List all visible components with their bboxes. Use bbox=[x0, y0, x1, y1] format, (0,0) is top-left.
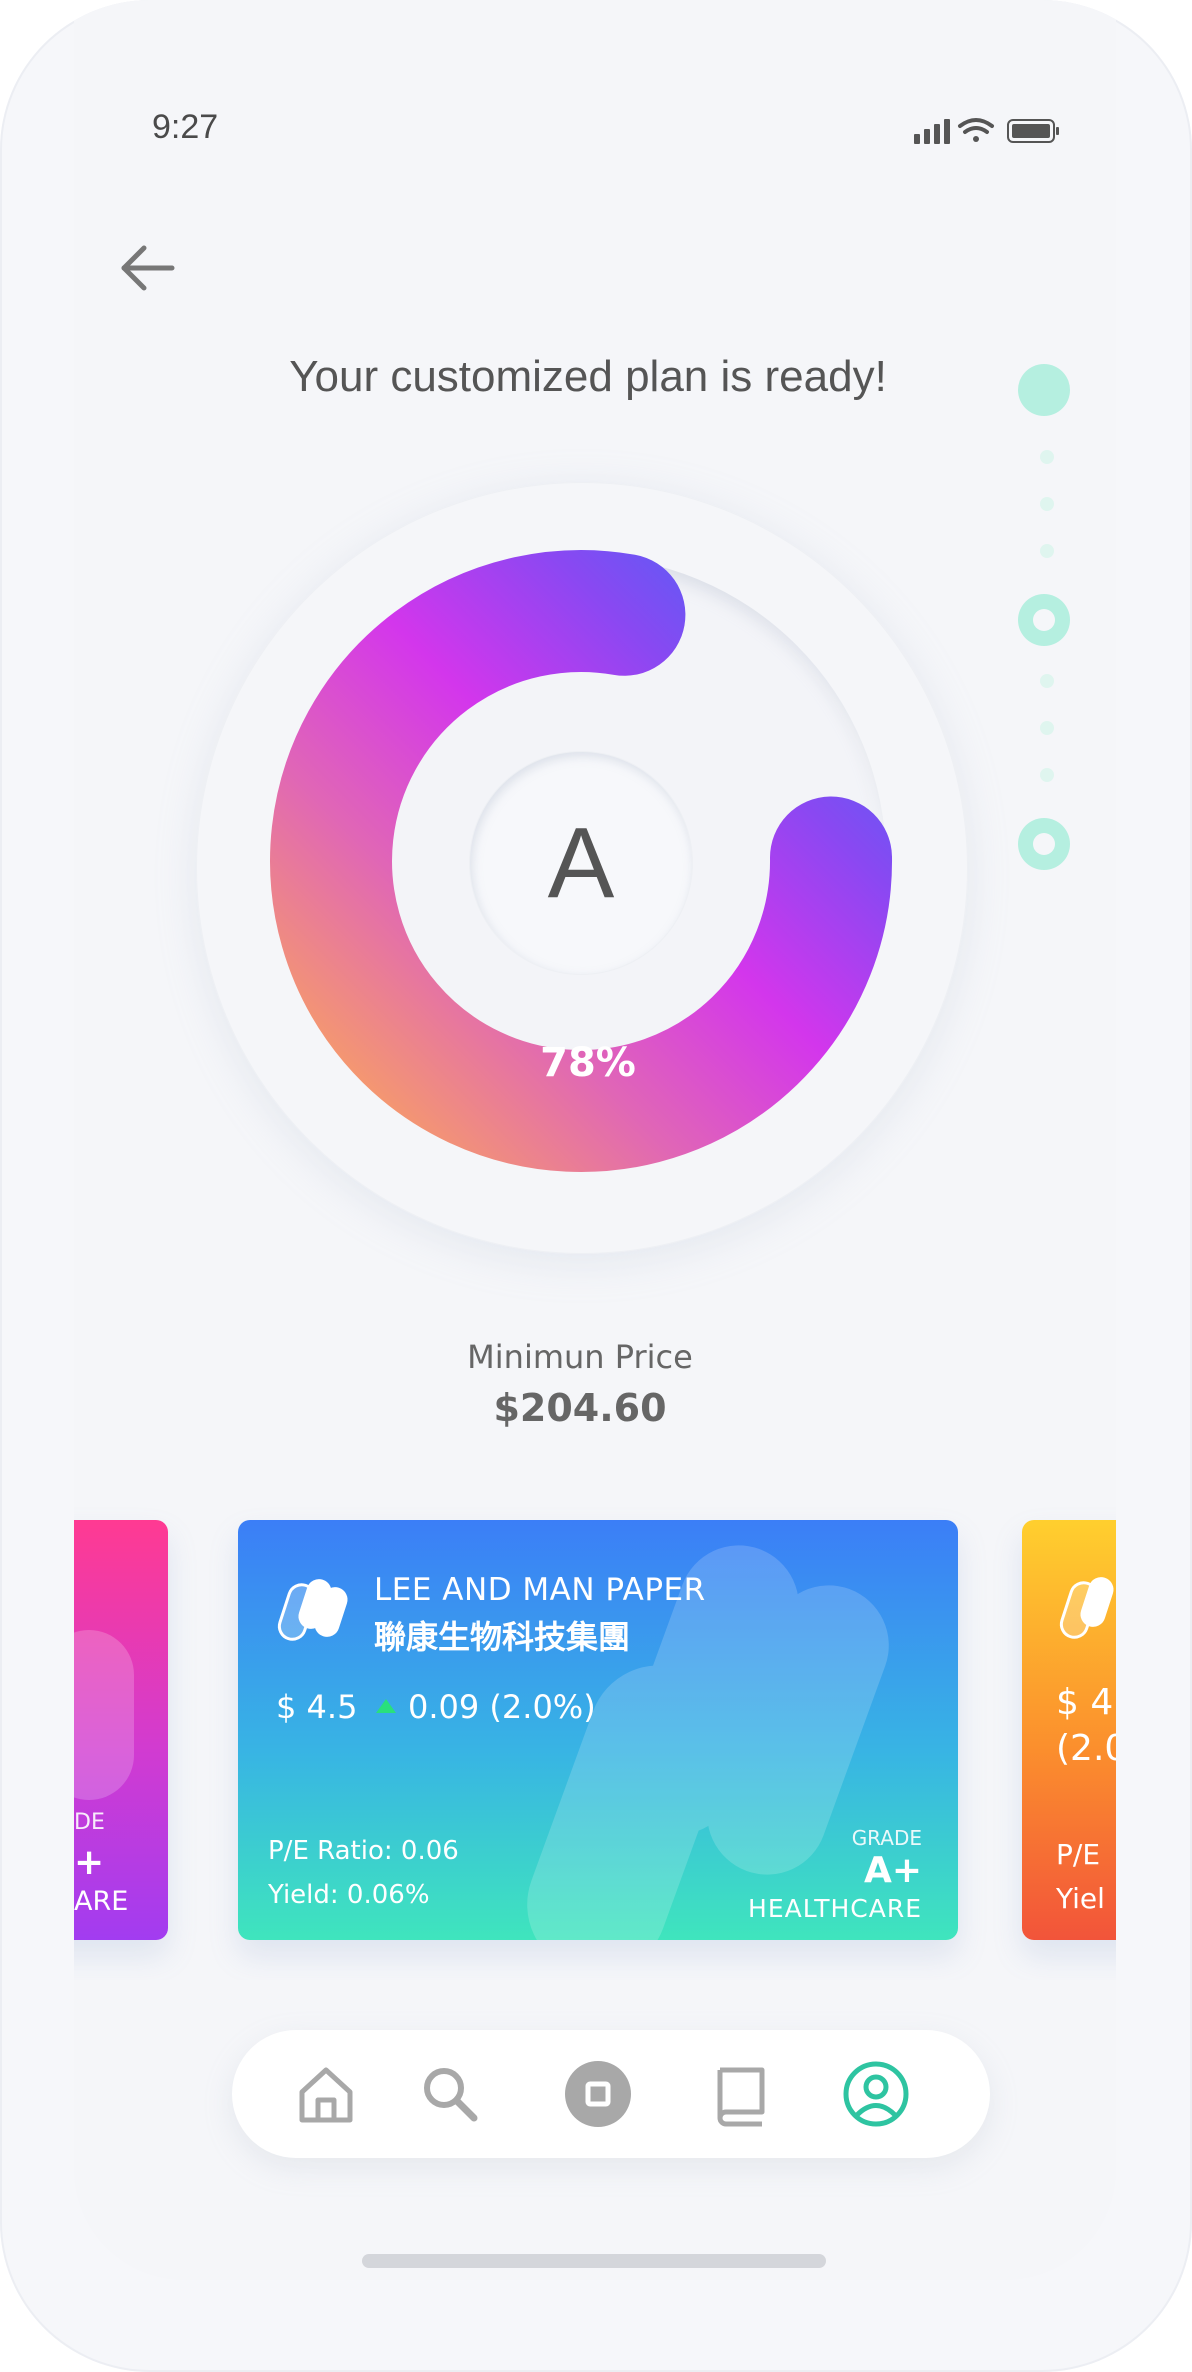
sector-label: ARE bbox=[74, 1886, 129, 1917]
capsule-watermark-icon bbox=[74, 1630, 134, 1800]
stock-price: $ 4 bbox=[1056, 1682, 1114, 1723]
stock-name-chinese: 聯康生物科技集團 bbox=[374, 1618, 631, 1656]
stock-card[interactable]: LEE AND MAN PAPER 聯康生物科技集團 $ 4.5 0.09 (2… bbox=[238, 1520, 958, 1940]
progress-percent: 78% bbox=[540, 1040, 636, 1086]
pe-ratio: P/E bbox=[1056, 1838, 1101, 1871]
home-indicator[interactable] bbox=[362, 2254, 826, 2268]
stop-icon[interactable] bbox=[564, 2060, 632, 2128]
arrow-left-icon bbox=[121, 245, 175, 291]
step-dot bbox=[1040, 674, 1054, 688]
back-button[interactable] bbox=[116, 236, 180, 300]
stock-change: (2.0 bbox=[1056, 1728, 1116, 1769]
min-price-label: Minimun Price bbox=[467, 1338, 693, 1376]
step-dot bbox=[1040, 768, 1054, 782]
pe-ratio: P/E Ratio: 0.06 bbox=[268, 1836, 459, 1866]
status-time: 9:27 bbox=[152, 108, 219, 146]
grade-display: A bbox=[470, 752, 692, 974]
stock-card-next[interactable]: $ 4 (2.0 P/E Yiel bbox=[1022, 1520, 1116, 1940]
search-icon[interactable] bbox=[416, 2060, 484, 2128]
step-1-active bbox=[1018, 364, 1070, 416]
step-dot bbox=[1040, 450, 1054, 464]
battery-icon bbox=[1007, 119, 1059, 143]
grade-label: GRADE bbox=[851, 1826, 922, 1850]
signal-icon bbox=[914, 119, 950, 144]
step-dot bbox=[1040, 497, 1054, 511]
step-dot bbox=[1040, 544, 1054, 558]
stock-change-value: 0.09 (2.0%) bbox=[408, 1688, 596, 1726]
stock-change: 0.09 (2.0%) bbox=[376, 1688, 596, 1726]
sector-label: HEALTHCARE bbox=[748, 1894, 922, 1923]
stock-card-prev[interactable]: DE + ARE bbox=[74, 1520, 168, 1940]
home-icon[interactable] bbox=[292, 2060, 360, 2128]
step-dot bbox=[1040, 721, 1054, 735]
wifi-icon bbox=[958, 118, 994, 142]
stock-name: LEE AND MAN PAPER bbox=[374, 1572, 706, 1608]
up-arrow-icon bbox=[376, 1699, 396, 1713]
yield: Yiel bbox=[1056, 1882, 1105, 1915]
grade-value: + bbox=[74, 1842, 105, 1883]
step-3 bbox=[1018, 818, 1070, 870]
page-title: Your customized plan is ready! bbox=[289, 352, 887, 401]
stock-card-carousel[interactable]: DE + ARE LEE AND MAN PAPER 聯康生物科技集團 $ 4.… bbox=[74, 1500, 1116, 1980]
status-icons bbox=[914, 118, 1059, 144]
user-circle-icon[interactable] bbox=[842, 2060, 910, 2128]
bottom-navbar bbox=[232, 2030, 990, 2158]
yield: Yield: 0.06% bbox=[268, 1880, 430, 1910]
stock-price: $ 4.5 bbox=[276, 1688, 358, 1726]
grade-label: DE bbox=[74, 1810, 105, 1835]
grade-value: A+ bbox=[863, 1850, 922, 1891]
phone-frame: 9:27 Your customized plan is ready! A 78… bbox=[0, 0, 1192, 2372]
progress-stepper bbox=[1018, 364, 1074, 870]
book-icon[interactable] bbox=[706, 2060, 774, 2128]
step-2 bbox=[1018, 594, 1070, 646]
capsule-icon bbox=[1059, 1577, 1114, 1639]
min-price-value: $204.60 bbox=[493, 1386, 667, 1430]
capsule-icon bbox=[277, 1579, 348, 1641]
